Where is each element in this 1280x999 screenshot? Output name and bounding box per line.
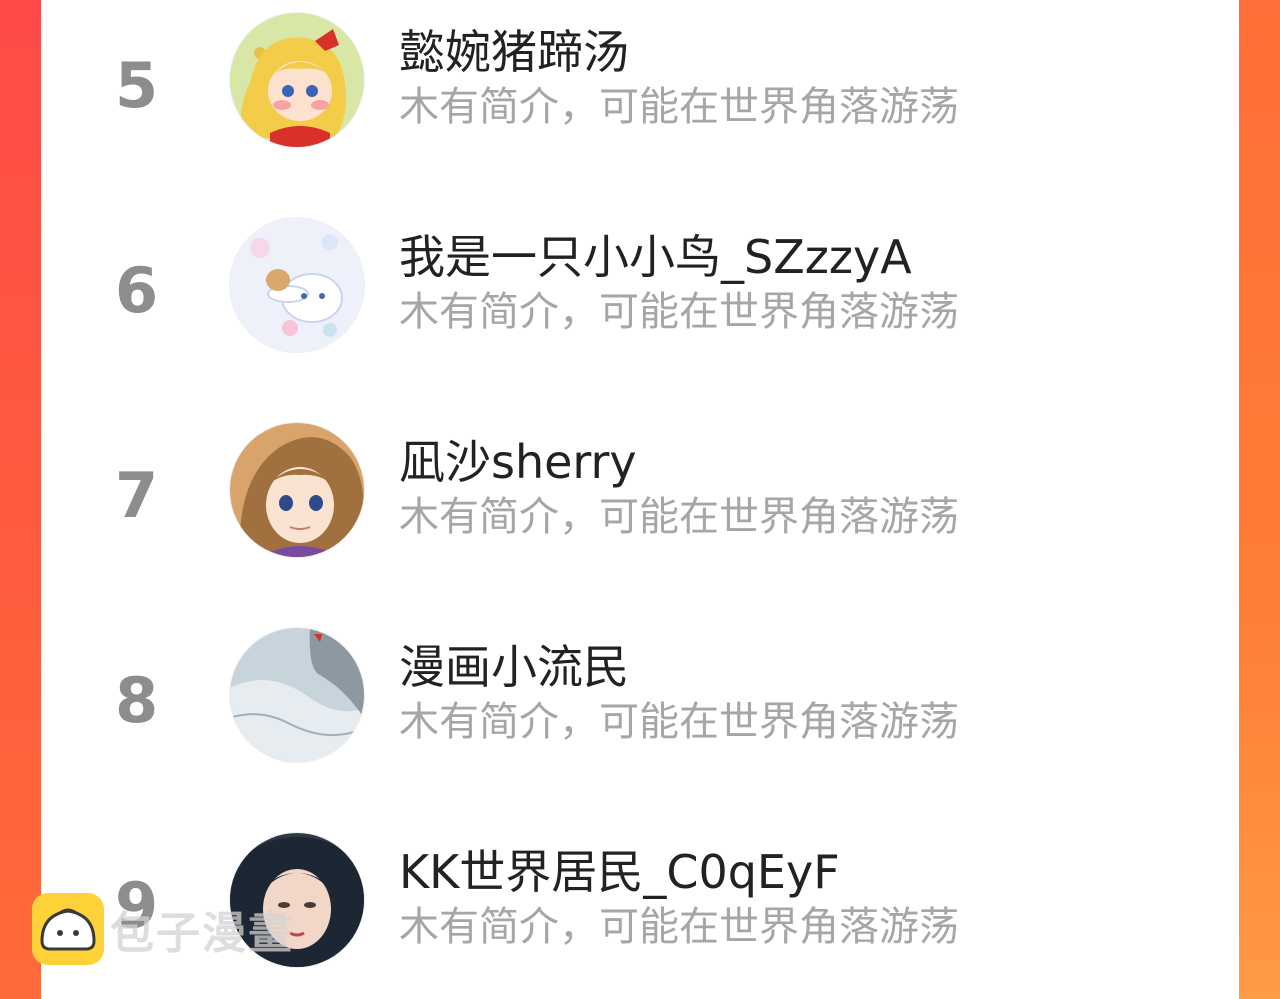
rank-number: 6 xyxy=(115,254,159,327)
user-name[interactable]: 我是一只小小鸟_SZzzyA xyxy=(399,234,912,280)
list-item[interactable]: 7 凪沙sherry 木有简介，可能在世界角落游荡 xyxy=(41,423,1239,563)
list-item[interactable]: 8 漫画小流民 木有简介，可能在世界角落游荡 xyxy=(41,628,1239,768)
ranking-panel: 5 懿婉猪蹄汤 木有简介，可能在世界角落游荡 6 我是一只小小鸟_SZzzyA … xyxy=(41,0,1239,999)
user-bio: 木有简介，可能在世界角落游荡 xyxy=(399,494,959,540)
user-name[interactable]: KK世界居民_C0qEyF xyxy=(399,849,840,895)
rank-number: 7 xyxy=(115,459,159,532)
user-name[interactable]: 懿婉猪蹄汤 xyxy=(399,29,629,75)
airplane-wing-avatar-icon xyxy=(230,628,364,762)
rank-number: 5 xyxy=(115,49,159,122)
anime-girl-avatar-icon xyxy=(230,423,364,557)
user-bio: 木有简介，可能在世界角落游荡 xyxy=(399,904,959,950)
list-item[interactable]: 5 懿婉猪蹄汤 木有简介，可能在世界角落游荡 xyxy=(41,13,1239,153)
watermark: 包子漫畫 xyxy=(32,893,294,965)
avatar[interactable] xyxy=(230,218,364,352)
avatar[interactable] xyxy=(230,423,364,557)
sailor-girl-avatar-icon xyxy=(230,13,364,147)
list-item[interactable]: 6 我是一只小小鸟_SZzzyA 木有简介，可能在世界角落游荡 xyxy=(41,218,1239,358)
avatar[interactable] xyxy=(230,13,364,147)
cinnamoroll-avatar-icon xyxy=(230,218,364,352)
avatar[interactable] xyxy=(230,628,364,762)
rank-number: 8 xyxy=(115,664,159,737)
watermark-text: 包子漫畫 xyxy=(110,908,294,959)
page: 5 懿婉猪蹄汤 木有简介，可能在世界角落游荡 6 我是一只小小鸟_SZzzyA … xyxy=(0,0,1280,999)
user-bio: 木有简介，可能在世界角落游荡 xyxy=(399,699,959,745)
bun-logo-icon xyxy=(32,893,104,965)
user-bio: 木有简介，可能在世界角落游荡 xyxy=(399,289,959,335)
user-bio: 木有简介，可能在世界角落游荡 xyxy=(399,84,959,130)
user-name[interactable]: 凪沙sherry xyxy=(399,439,637,485)
user-name[interactable]: 漫画小流民 xyxy=(399,644,629,690)
